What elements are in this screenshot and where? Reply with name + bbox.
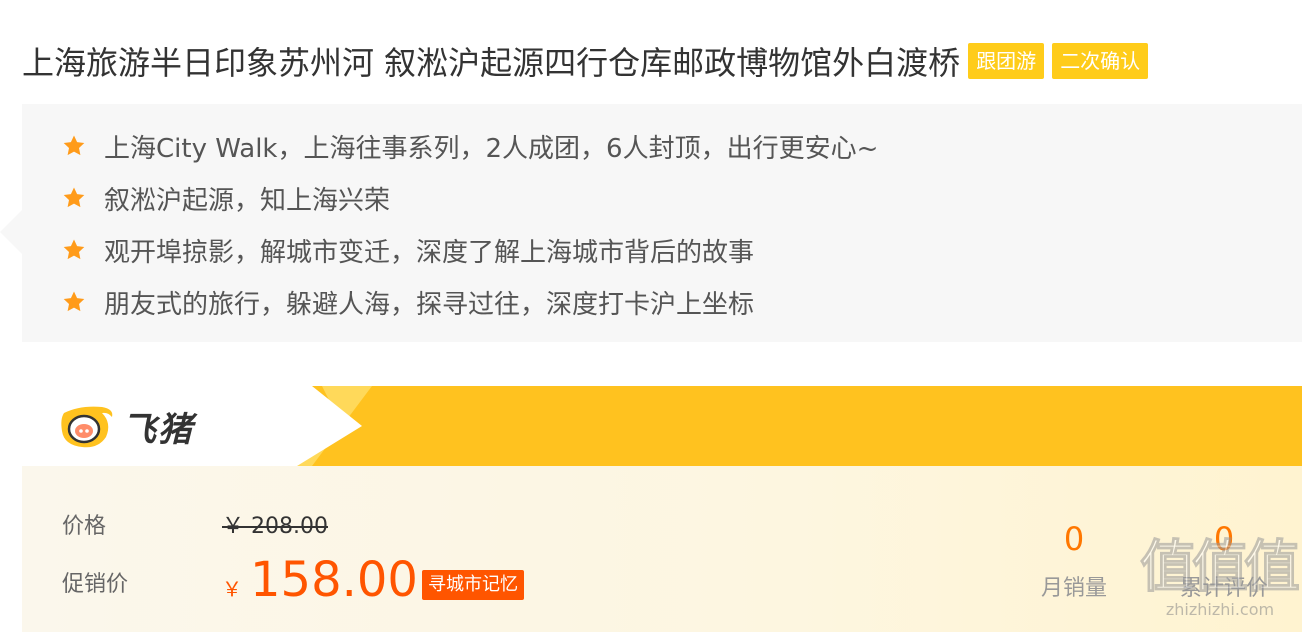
original-price: ￥ 208.00 — [222, 514, 328, 539]
monthly-sales: 0 月销量 — [1014, 520, 1134, 602]
star-icon — [63, 135, 85, 156]
highlight-text: 叙淞沪起源，知上海兴荣 — [104, 185, 391, 216]
star-icon — [63, 187, 85, 208]
star-icon — [63, 291, 85, 312]
tag-confirm: 二次确认 — [1052, 43, 1149, 79]
highlight-text: 上海City Walk，上海往事系列，2人成团，6人封顶，出行更安心~ — [104, 133, 879, 164]
highlight-text: 朋友式的旅行，躲避人海，探寻过往，深度打卡沪上坐标 — [104, 289, 755, 320]
fliggy-logo[interactable]: 飞猪 — [58, 402, 194, 451]
product-title-row: 上海旅游半日印象苏州河 叙淞沪起源四行仓库邮政博物馆外白渡桥 跟团游 二次确认 — [22, 36, 1302, 86]
price-label: 价格 — [62, 514, 107, 539]
highlight-item: 叙淞沪起源，知上海兴荣 — [62, 178, 390, 218]
panel-pointer — [0, 210, 22, 254]
monthly-sales-value: 0 — [1063, 520, 1085, 558]
highlights-panel: 上海City Walk，上海往事系列，2人成团，6人封顶，出行更安心~ 叙淞沪起… — [0, 104, 1302, 342]
watermark-site: zhizhizhi.com — [1165, 600, 1275, 619]
promo-price-value: 158.00 — [250, 552, 418, 608]
star-icon — [63, 239, 85, 260]
fliggy-logo-text: 飞猪 — [122, 410, 194, 450]
highlight-item: 朋友式的旅行，躲避人海，探寻过往，深度打卡沪上坐标 — [62, 282, 754, 322]
highlight-item: 上海City Walk，上海往事系列，2人成团，6人封顶，出行更安心~ — [62, 126, 878, 166]
promo-price: ￥ 158.00 — [222, 552, 418, 608]
product-title: 上海旅游半日印象苏州河 叙淞沪起源四行仓库邮政博物馆外白渡桥 — [22, 44, 961, 82]
promo-price-label: 促销价 — [62, 572, 129, 597]
tag-group-tour: 跟团游 — [968, 43, 1045, 79]
monthly-sales-label: 月销量 — [1040, 576, 1107, 601]
watermark-logo: 值值值 — [1140, 535, 1301, 600]
fliggy-header: 飞猪 — [22, 386, 1302, 466]
currency-symbol: ￥ — [222, 577, 242, 601]
highlight-text: 观开埠掠影，解城市变迁，深度了解上海城市背后的故事 — [104, 237, 755, 268]
fliggy-price-panel: 飞猪 价格 ￥ 208.00 促销价 ￥ 158.00 寻城市记忆 0 月销量 … — [22, 386, 1302, 632]
fliggy-pig-icon — [61, 406, 113, 447]
watermark: 值值值 zhizhizhi.com — [1140, 535, 1301, 632]
highlight-item: 观开埠掠影，解城市变迁，深度了解上海城市背后的故事 — [62, 230, 754, 270]
promo-tag[interactable]: 寻城市记忆 — [422, 570, 524, 600]
